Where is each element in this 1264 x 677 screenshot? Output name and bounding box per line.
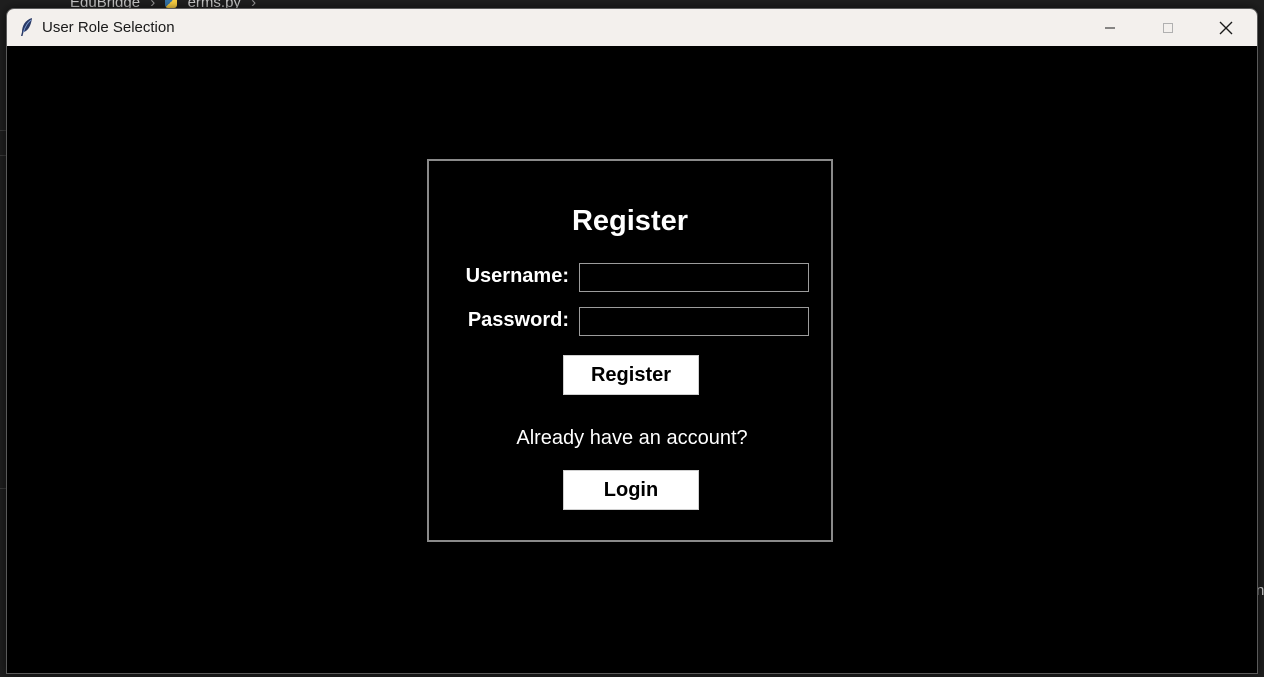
close-icon [1219, 21, 1233, 34]
register-heading: Register [571, 205, 689, 237]
username-label: Username: [465, 265, 569, 287]
username-input[interactable] [579, 263, 809, 292]
app-window: User Role Selection Register Username: P… [6, 8, 1258, 674]
account-prompt: Already have an account? [516, 427, 748, 449]
register-button[interactable]: Register [563, 355, 699, 395]
maximize-icon [1163, 22, 1173, 33]
minimize-icon [1105, 27, 1115, 28]
password-label: Password: [467, 309, 569, 331]
minimize-button[interactable] [1081, 9, 1139, 46]
feather-icon [21, 18, 32, 36]
register-card: Register Username: Password: Register Al… [427, 159, 833, 542]
password-input[interactable] [579, 307, 809, 336]
window-title: User Role Selection [42, 19, 175, 36]
maximize-button[interactable] [1139, 9, 1197, 46]
python-file-icon [165, 0, 178, 8]
title-bar[interactable]: User Role Selection [7, 9, 1257, 46]
login-button[interactable]: Login [563, 470, 699, 510]
close-button[interactable] [1197, 9, 1255, 46]
